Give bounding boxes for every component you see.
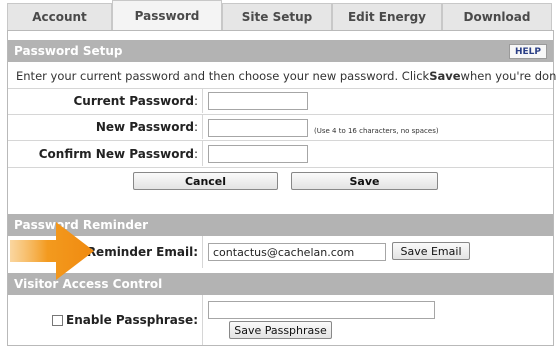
current-password-input[interactable] [208, 92, 308, 110]
new-password-input[interactable] [208, 119, 308, 137]
password-actions-row: Cancel Save [8, 167, 553, 194]
settings-panel: Password Setup HELP Enter your current p… [7, 30, 556, 346]
tab-bar: Account Password Site Setup Edit Energy … [0, 0, 556, 30]
new-password-colon: : [193, 120, 198, 134]
new-password-label: New Password: [8, 115, 203, 139]
passphrase-label-text: Enable Passphrase: [66, 313, 198, 327]
password-setup-header: Password Setup HELP [8, 40, 553, 62]
current-password-colon: : [193, 94, 198, 108]
save-button[interactable]: Save [291, 172, 438, 190]
cancel-button[interactable]: Cancel [133, 172, 278, 190]
confirm-password-label: Confirm New Password: [8, 141, 203, 166]
confirm-password-row: Confirm New Password: [8, 140, 553, 166]
confirm-password-colon: : [193, 146, 198, 161]
save-email-button[interactable]: Save Email [392, 242, 470, 260]
passphrase-label: Enable Passphrase: [8, 295, 203, 345]
tab-password[interactable]: Password [112, 0, 222, 30]
confirm-password-label-text: Confirm New Password [38, 146, 194, 161]
tab-edit-energy[interactable]: Edit Energy [332, 3, 442, 30]
save-passphrase-button[interactable]: Save Passphrase [229, 321, 332, 339]
tab-download[interactable]: Download [442, 3, 552, 30]
tab-site-setup[interactable]: Site Setup [222, 3, 332, 30]
passphrase-row: Enable Passphrase: Save Passphrase [8, 295, 553, 345]
new-password-label-text: New Password [95, 120, 194, 134]
current-password-label-text: Current Password [73, 94, 194, 108]
confirm-password-input[interactable] [208, 145, 308, 163]
current-password-row: Current Password: [8, 88, 553, 113]
new-password-row: New Password: (Use 4 to 16 characters, n… [8, 114, 553, 139]
intro-text-start: Enter your current password and then cho… [16, 68, 430, 83]
help-button[interactable]: HELP [509, 44, 547, 59]
arrow-icon [10, 222, 94, 280]
intro-text-end: when you're done. [460, 68, 556, 83]
password-intro-text: Enter your current password and then cho… [8, 64, 556, 87]
tab-account[interactable]: Account [7, 3, 112, 30]
password-setup-title: Password Setup [14, 44, 123, 58]
reminder-email-input[interactable]: contactus@cachelan.com [208, 243, 386, 261]
enable-passphrase-checkbox[interactable] [52, 314, 64, 326]
new-password-hint: (Use 4 to 16 characters, no spaces) [314, 127, 439, 135]
intro-text-save: Save [429, 68, 461, 83]
current-password-label: Current Password: [8, 89, 203, 113]
passphrase-input[interactable] [208, 301, 435, 319]
